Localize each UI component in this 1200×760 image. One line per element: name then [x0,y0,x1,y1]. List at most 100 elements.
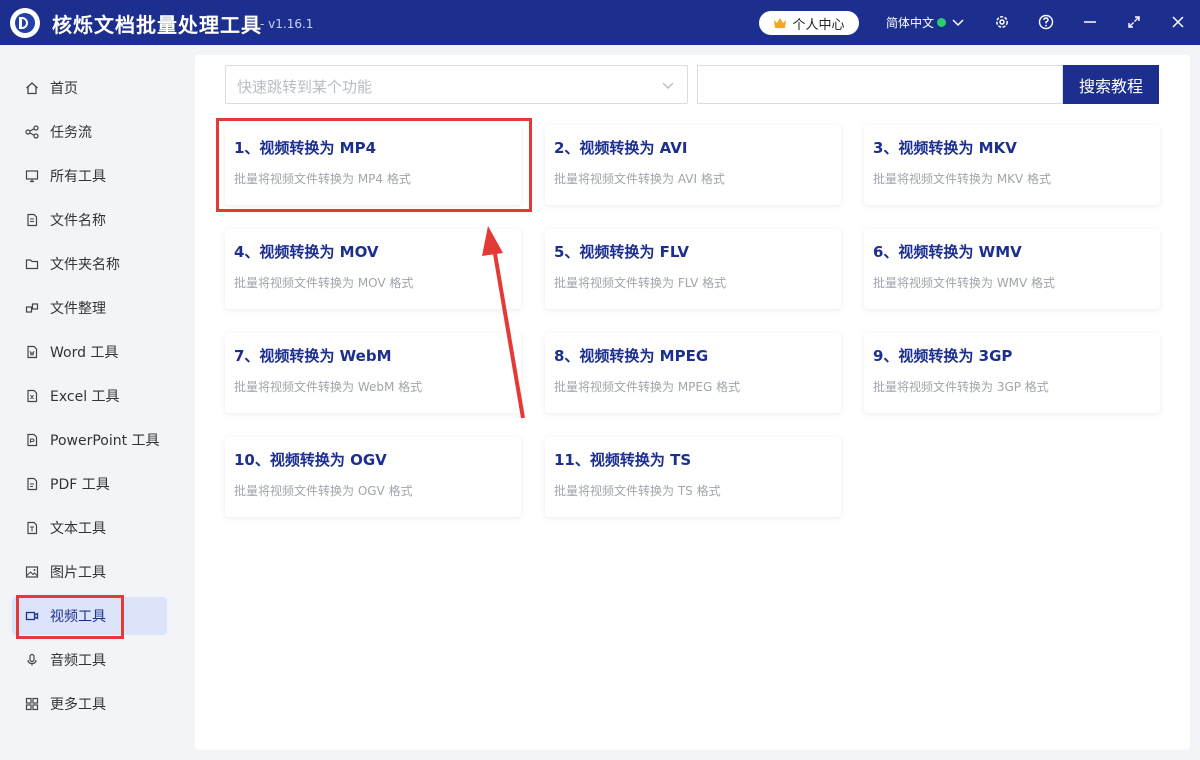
maximize-icon[interactable] [1125,13,1143,31]
sidebar-item-label: 视频工具 [50,609,106,625]
sidebar-item-audio-tools[interactable]: 音频工具 [12,641,167,679]
home-icon [25,81,39,95]
sidebar-item-label: 首页 [50,81,78,97]
sidebar-item-video-tools[interactable]: 视频工具 [12,597,167,635]
user-center-button[interactable]: 个人中心 [759,11,859,35]
folder-icon [25,257,39,271]
sidebar-item-label: 音频工具 [50,653,106,669]
card-description: 批量将视频文件转换为 FLV 格式 [554,276,727,290]
sidebar-item-label: 所有工具 [50,169,106,185]
sidebar-item-label: 文件名称 [50,213,106,229]
sidebar-item-file-name[interactable]: 文件名称 [12,201,167,239]
card-title: 8、视频转换为 MPEG [554,347,709,365]
title-bar: 核烁文档批量处理工具 - v1.16.1 个人中心 简体中文 [0,0,1200,45]
microphone-icon [25,653,39,667]
tool-card-mkv[interactable]: 3、视频转换为 MKV 批量将视频文件转换为 MKV 格式 [864,125,1160,205]
file-icon [25,213,39,227]
sidebar-item-file-organize[interactable]: 文件整理 [12,289,167,327]
pdf-icon [25,477,39,491]
card-description: 批量将视频文件转换为 MKV 格式 [873,172,1052,186]
grid-icon [25,697,39,711]
organize-icon [25,301,39,315]
card-title: 6、视频转换为 WMV [873,243,1022,261]
sidebar-item-workflow[interactable]: 任务流 [12,113,167,151]
sidebar-item-label: PDF 工具 [50,477,110,493]
sidebar-item-all-tools[interactable]: 所有工具 [12,157,167,195]
sidebar-item-label: 图片工具 [50,565,106,581]
card-description: 批量将视频文件转换为 TS 格式 [554,484,721,498]
language-status-icon [937,18,947,27]
monitor-icon [25,169,39,183]
chevron-down-icon [952,18,964,26]
word-icon [25,345,39,359]
tool-card-mp4[interactable]: 1、视频转换为 MP4 批量将视频文件转换为 MP4 格式 [225,125,521,205]
tool-card-wmv[interactable]: 6、视频转换为 WMV 批量将视频文件转换为 WMV 格式 [864,229,1160,309]
sidebar-item-pdf-tools[interactable]: PDF 工具 [12,465,167,503]
card-title: 11、视频转换为 TS [554,451,692,469]
card-title: 4、视频转换为 MOV [234,243,379,261]
workflow-icon [25,125,39,139]
tool-card-ogv[interactable]: 10、视频转换为 OGV 批量将视频文件转换为 OGV 格式 [225,437,521,517]
tool-card-avi[interactable]: 2、视频转换为 AVI 批量将视频文件转换为 AVI 格式 [545,125,841,205]
text-icon [25,521,39,535]
powerpoint-icon [25,433,39,447]
minimize-icon[interactable] [1081,13,1099,31]
chevron-down-icon [662,82,674,89]
sidebar-item-word-tools[interactable]: Word 工具 [12,333,167,371]
sidebar-item-label: Word 工具 [50,345,119,361]
tool-card-flv[interactable]: 5、视频转换为 FLV 批量将视频文件转换为 FLV 格式 [545,229,841,309]
card-title: 10、视频转换为 OGV [234,451,387,469]
excel-icon [25,389,39,403]
sidebar-item-folder-name[interactable]: 文件夹名称 [12,245,167,283]
sidebar-item-label: 文本工具 [50,521,106,537]
crown-icon [774,18,787,28]
app-logo-icon [10,8,40,38]
sidebar-item-label: 文件整理 [50,301,106,317]
tool-card-3gp[interactable]: 9、视频转换为 3GP 批量将视频文件转换为 3GP 格式 [864,333,1160,413]
sidebar-item-label: 更多工具 [50,697,106,713]
tool-card-ts[interactable]: 11、视频转换为 TS 批量将视频文件转换为 TS 格式 [545,437,841,517]
card-description: 批量将视频文件转换为 MOV 格式 [234,276,414,290]
card-description: 批量将视频文件转换为 WMV 格式 [873,276,1056,290]
sidebar-item-more-tools[interactable]: 更多工具 [12,685,167,723]
jump-to-function-select[interactable]: 快速跳转到某个功能 [225,65,688,104]
sidebar-item-label: PowerPoint 工具 [50,433,160,449]
user-center-label: 个人中心 [792,17,845,33]
card-description: 批量将视频文件转换为 MPEG 格式 [554,380,741,394]
card-description: 批量将视频文件转换为 WebM 格式 [234,380,423,394]
jump-select-placeholder: 快速跳转到某个功能 [237,78,373,96]
sidebar: 首页 任务流 所有工具 文件名称 文件夹名称 文件整理 Word 工具 Exce… [0,45,180,760]
card-title: 1、视频转换为 MP4 [234,139,377,157]
sidebar-item-label: 文件夹名称 [50,257,120,273]
tool-card-webm[interactable]: 7、视频转换为 WebM 批量将视频文件转换为 WebM 格式 [225,333,521,413]
sidebar-item-label: Excel 工具 [50,389,120,405]
card-title: 7、视频转换为 WebM [234,347,392,365]
sidebar-item-label: 任务流 [50,125,92,141]
close-icon[interactable] [1169,13,1187,31]
tool-card-mov[interactable]: 4、视频转换为 MOV 批量将视频文件转换为 MOV 格式 [225,229,521,309]
app-version: - v1.16.1 [260,17,314,31]
card-title: 2、视频转换为 AVI [554,139,688,157]
image-icon [25,565,39,579]
main-panel: 快速跳转到某个功能 搜索教程 1、视频转换为 MP4 批量将视频文件转换为 MP… [195,55,1190,750]
card-description: 批量将视频文件转换为 OGV 格式 [234,484,413,498]
card-title: 3、视频转换为 MKV [873,139,1017,157]
search-input[interactable] [697,65,1063,104]
sidebar-item-text-tools[interactable]: 文本工具 [12,509,167,547]
settings-gear-icon[interactable] [993,13,1011,31]
card-description: 批量将视频文件转换为 MP4 格式 [234,172,411,186]
card-description: 批量将视频文件转换为 3GP 格式 [873,380,1049,394]
sidebar-item-excel-tools[interactable]: Excel 工具 [12,377,167,415]
language-selector[interactable]: 简体中文 [886,14,967,31]
card-title: 9、视频转换为 3GP [873,347,1013,365]
help-icon[interactable] [1037,13,1055,31]
language-label: 简体中文 [886,16,935,30]
search-tutorial-button[interactable]: 搜索教程 [1063,65,1159,104]
sidebar-item-home[interactable]: 首页 [12,69,167,107]
video-icon [25,609,39,623]
card-description: 批量将视频文件转换为 AVI 格式 [554,172,725,186]
app-title: 核烁文档批量处理工具 [52,13,262,37]
sidebar-item-image-tools[interactable]: 图片工具 [12,553,167,591]
tool-card-mpeg[interactable]: 8、视频转换为 MPEG 批量将视频文件转换为 MPEG 格式 [545,333,841,413]
sidebar-item-powerpoint-tools[interactable]: PowerPoint 工具 [12,421,167,459]
